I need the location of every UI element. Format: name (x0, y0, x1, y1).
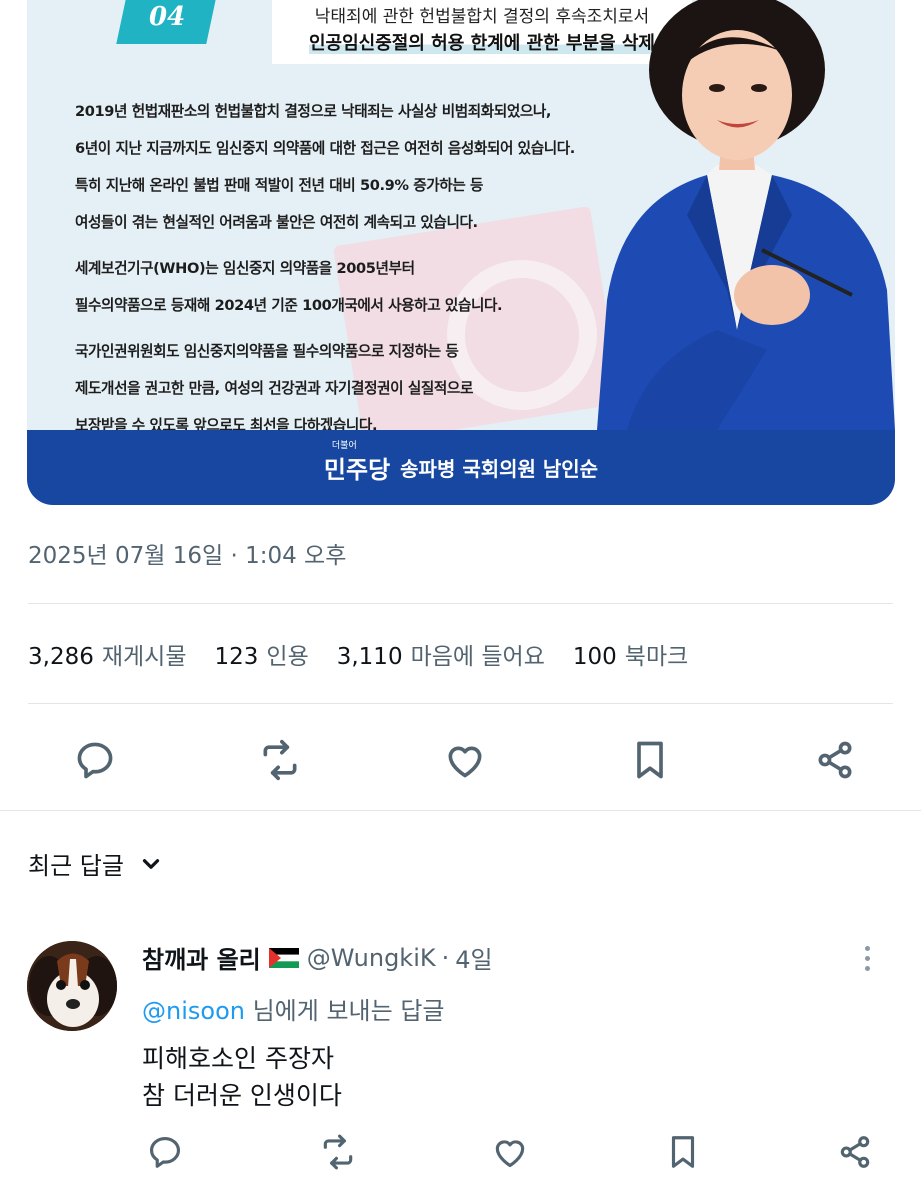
repost-button[interactable] (255, 735, 305, 785)
stat-likes[interactable]: 3,110 마음에 들어요 (337, 637, 545, 671)
reply-icon (149, 1136, 181, 1168)
reply-icon (77, 742, 113, 779)
stat-quotes[interactable]: 123 인용 (215, 637, 309, 671)
more-options-icon[interactable] (865, 946, 870, 976)
card-paragraph: 국가인권위원회도 임신중지의약품을 필수의약품으로 지정하는 등 제도개선을 권… (75, 343, 473, 434)
reply-like-button[interactable] (485, 1127, 535, 1177)
number-badge: 04 (116, 0, 218, 44)
divider (28, 703, 893, 704)
separator-dot: · (441, 943, 450, 972)
divider (28, 603, 893, 604)
party-banner: 더불어 민주당 송파병 국회의원 남인순 (27, 430, 895, 505)
reply-action-bar (140, 1130, 880, 1174)
like-icon (448, 746, 482, 778)
stat-reposts[interactable]: 3,286 재게시물 (28, 637, 187, 671)
reply-author-handle[interactable]: @WungkiK (307, 944, 436, 972)
palestine-flag-icon (268, 947, 299, 968)
party-name: 더불어 민주당 (323, 441, 391, 484)
bookmark-icon (671, 1136, 694, 1168)
card-paragraph: 세계보건기구(WHO)는 임신중지 의약품을 2005년부터 필수의약품으로 등… (75, 260, 503, 314)
engagement-stats: 3,286 재게시물 123 인용 3,110 마음에 들어요 100 북마크 (28, 637, 716, 671)
reply-button[interactable] (70, 735, 120, 785)
reply-author-name[interactable]: 참깨과 올리 (142, 940, 261, 975)
reply-header: 참깨과 올리 @WungkiK · 4일 (142, 940, 882, 975)
reply-time[interactable]: 4일 (455, 940, 492, 975)
like-button[interactable] (440, 735, 490, 785)
dog-avatar-image (27, 941, 117, 1031)
reply-sort-dropdown[interactable]: 최근 답글 (28, 846, 164, 881)
card-paragraph: 2019년 헌법재판소의 헌법불합치 결정으로 낙태죄는 사실상 비범죄화되었으… (75, 103, 575, 231)
bookmark-button[interactable] (625, 735, 675, 785)
reply-share-button[interactable] (830, 1127, 880, 1177)
post-image-card[interactable]: 04 낙태죄에 관한 헌법불합치 결정의 후속조치로서 인공임신중절의 허용 한… (27, 0, 895, 505)
reply-sort-label: 최근 답글 (28, 852, 124, 880)
replying-to: @nisoon 님에게 보내는 답글 (142, 997, 445, 1025)
repost-icon (263, 739, 297, 781)
share-button[interactable] (810, 735, 860, 785)
bookmark-icon (637, 741, 663, 779)
stat-bookmarks[interactable]: 100 북마크 (573, 637, 688, 671)
mention-link[interactable]: @nisoon (142, 997, 245, 1025)
repost-icon (323, 1134, 352, 1170)
reply-post[interactable]: 참깨과 올리 @WungkiK · 4일 @nisoon 님에게 보내는 답글 … (142, 940, 882, 1114)
reply-text: 피해호소인 주장자 참 더러운 인생이다 (142, 1044, 342, 1110)
avatar[interactable] (27, 941, 117, 1031)
share-icon (818, 741, 852, 779)
chevron-down-icon (142, 858, 160, 869)
like-icon (495, 1140, 525, 1168)
card-body: 2019년 헌법재판소의 헌법불합치 결정으로 낙태죄는 사실상 비범죄화되었으… (75, 93, 645, 453)
reply-repost-button[interactable] (313, 1127, 363, 1177)
divider (0, 810, 921, 811)
reply-bookmark-button[interactable] (658, 1127, 708, 1177)
representative-name: 송파병 국회의원 남인순 (400, 457, 599, 481)
politician-photo (597, 0, 895, 430)
post-timestamp[interactable]: 2025년 07월 16일 · 1:04 오후 (28, 536, 346, 570)
share-icon (840, 1136, 870, 1168)
post-action-bar (70, 735, 860, 785)
reply-reply-button[interactable] (140, 1127, 190, 1177)
